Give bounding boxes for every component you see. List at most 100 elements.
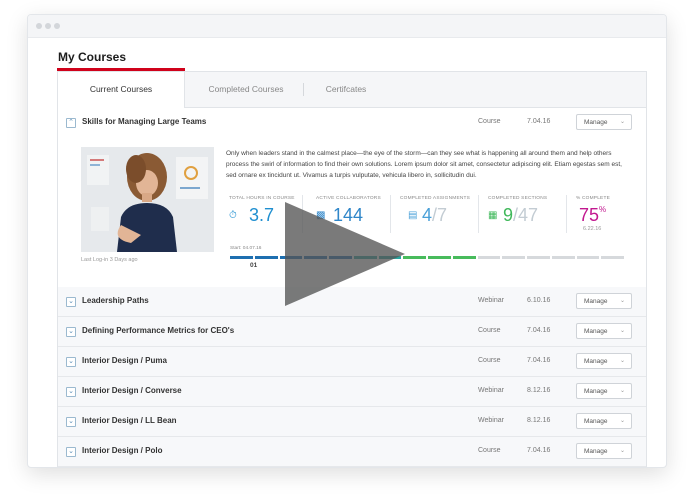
chevron-down-icon[interactable]: ⌄	[66, 297, 76, 307]
course-row-expanded[interactable]: ⌃ Skills for Managing Large Teams Course…	[58, 108, 646, 138]
course-type: Course	[478, 327, 501, 334]
manage-dropdown[interactable]: Manage ⌄	[576, 323, 632, 339]
course-date: 7.04.16	[527, 118, 551, 125]
course-row[interactable]: ⌄ Interior Design / Puma Course 7.04.16 Mana…	[58, 347, 646, 377]
progress-segment	[527, 256, 550, 259]
progress-segment	[452, 256, 476, 259]
progress-segment	[230, 256, 253, 259]
manage-label: Manage	[584, 298, 608, 305]
manage-dropdown[interactable]: Manage ⌄	[576, 383, 632, 399]
manage-label: Manage	[584, 119, 608, 126]
manage-label: Manage	[584, 418, 608, 425]
progress-segment	[551, 256, 575, 259]
course-date: 7.04.16	[527, 327, 551, 334]
chevron-down-icon[interactable]: ⌄	[66, 327, 76, 337]
course-date: 8.12.16	[527, 387, 551, 394]
chevron-down-icon: ⌄	[619, 358, 625, 364]
stat-label: COMPLETED SECTIONS	[488, 196, 548, 201]
stat-percent-complete: % COMPLETE 75% 6.22.16	[576, 196, 636, 242]
stat-assignments-value: 4/7	[422, 205, 447, 226]
course-title: Interior Design / Polo	[82, 446, 163, 455]
progress-segment	[477, 256, 501, 259]
tab-current-courses[interactable]: Current Courses	[58, 72, 185, 108]
course-date: 8.12.16	[527, 417, 551, 424]
course-row[interactable]: ⌄ Defining Performance Metrics for CEO's C…	[58, 317, 646, 347]
course-type: Webinar	[478, 387, 504, 394]
course-title: Skills for Managing Large Teams	[82, 117, 207, 126]
course-type: Course	[478, 118, 501, 125]
stat-divider	[566, 195, 567, 233]
course-date: 6.10.16	[527, 297, 551, 304]
manage-dropdown[interactable]: Manage ⌄	[576, 443, 632, 459]
manage-label: Manage	[584, 448, 608, 455]
window-dot-icon	[54, 23, 60, 29]
chevron-up-icon[interactable]: ⌃	[66, 118, 76, 128]
manage-dropdown[interactable]: Manage ⌄	[576, 114, 632, 130]
manage-dropdown[interactable]: Manage ⌄	[576, 353, 632, 369]
stopwatch-icon: ⏱	[229, 210, 237, 221]
course-type: Course	[478, 447, 501, 454]
progress-segment	[403, 256, 426, 259]
play-icon[interactable]	[285, 202, 405, 306]
chevron-down-icon: ⌄	[619, 388, 625, 394]
progress-segment	[576, 256, 600, 259]
inbox-icon: ▤	[408, 210, 418, 221]
course-row[interactable]: ⌄Interior Design / The Mountain T-Shirt …	[58, 467, 646, 468]
stat-label: TOTAL HOURS IN COURSE	[229, 196, 295, 201]
course-date: 7.04.16	[527, 357, 551, 364]
course-title: Defining Performance Metrics for CEO's	[82, 326, 235, 335]
manage-label: Manage	[584, 358, 608, 365]
tab-certificates[interactable]: Certifcates	[306, 72, 386, 107]
course-type: Webinar	[478, 417, 504, 424]
course-description: Only when leaders stand in the calmest p…	[226, 150, 622, 179]
stat-label: COMPLETED ASSIGNMENTS	[400, 196, 471, 201]
tab-completed-courses[interactable]: Completed Courses	[186, 72, 306, 107]
bookmark-icon: ▦	[488, 210, 498, 221]
stat-sections-done: 9	[503, 205, 514, 225]
stat-assignments-done: 4	[422, 205, 433, 225]
course-title: Interior Design / LL Bean	[82, 416, 177, 425]
manage-label: Manage	[584, 388, 608, 395]
stat-percent-unit: %	[599, 205, 607, 214]
stat-sections-total: /47	[513, 205, 539, 225]
stat-percent-date: 6.22.16	[583, 226, 602, 232]
progress-segment	[254, 256, 278, 259]
stat-completed-assignments: COMPLETED ASSIGNMENTS ▤ 4/7	[400, 196, 480, 242]
window-dot-icon	[45, 23, 51, 29]
course-photo	[81, 147, 214, 252]
manage-dropdown[interactable]: Manage ⌄	[576, 413, 632, 429]
last-login-text: Last Log-in 3 Days ago	[81, 257, 138, 263]
tab-divider	[303, 83, 304, 96]
window-dot-icon	[36, 23, 42, 29]
chevron-down-icon[interactable]: ⌄	[66, 357, 76, 367]
stat-percent-value: 75%	[579, 205, 606, 226]
progress-marker-label: 01	[250, 262, 258, 269]
course-title: Leadership Paths	[82, 296, 149, 305]
chevron-down-icon[interactable]: ⌄	[66, 387, 76, 397]
course-type: Webinar	[478, 297, 504, 304]
chevron-down-icon: ⌄	[619, 418, 625, 424]
course-row[interactable]: ⌄ Interior Design / LL Bean Webinar 8.12.16…	[58, 407, 646, 437]
stat-completed-sections: COMPLETED SECTIONS ▦ 9/47	[488, 196, 566, 242]
instructor-photo	[81, 147, 214, 252]
course-date: 7.04.16	[527, 447, 551, 454]
progress-segment	[428, 256, 451, 259]
manage-dropdown[interactable]: Manage ⌄	[576, 293, 632, 309]
course-row[interactable]: ⌄ Interior Design / Polo Course 7.04.16 Mana…	[58, 437, 646, 467]
course-title: Interior Design / Converse	[82, 386, 182, 395]
chevron-down-icon[interactable]: ⌄	[66, 417, 76, 427]
course-row[interactable]: ⌄ Interior Design / Converse Webinar 8.12.1…	[58, 377, 646, 407]
page-title: My Courses	[58, 50, 127, 64]
chevron-down-icon: ⌄	[619, 448, 625, 454]
manage-label: Manage	[584, 328, 608, 335]
chevron-down-icon[interactable]: ⌄	[66, 447, 76, 457]
chevron-down-icon: ⌄	[619, 298, 625, 304]
chevron-down-icon: ⌄	[619, 119, 625, 125]
stat-hours-value: 3.7	[249, 205, 275, 225]
stat-sections-value: 9/47	[503, 205, 538, 226]
tab-bar: Current Courses Completed Courses Certif…	[58, 72, 646, 108]
course-title: Interior Design / Puma	[82, 356, 167, 365]
progress-start-label: Start: 04.07.16	[230, 246, 262, 251]
stat-label: ACTIVE COLLABORATORS	[316, 196, 381, 201]
progress-segment	[601, 256, 624, 259]
